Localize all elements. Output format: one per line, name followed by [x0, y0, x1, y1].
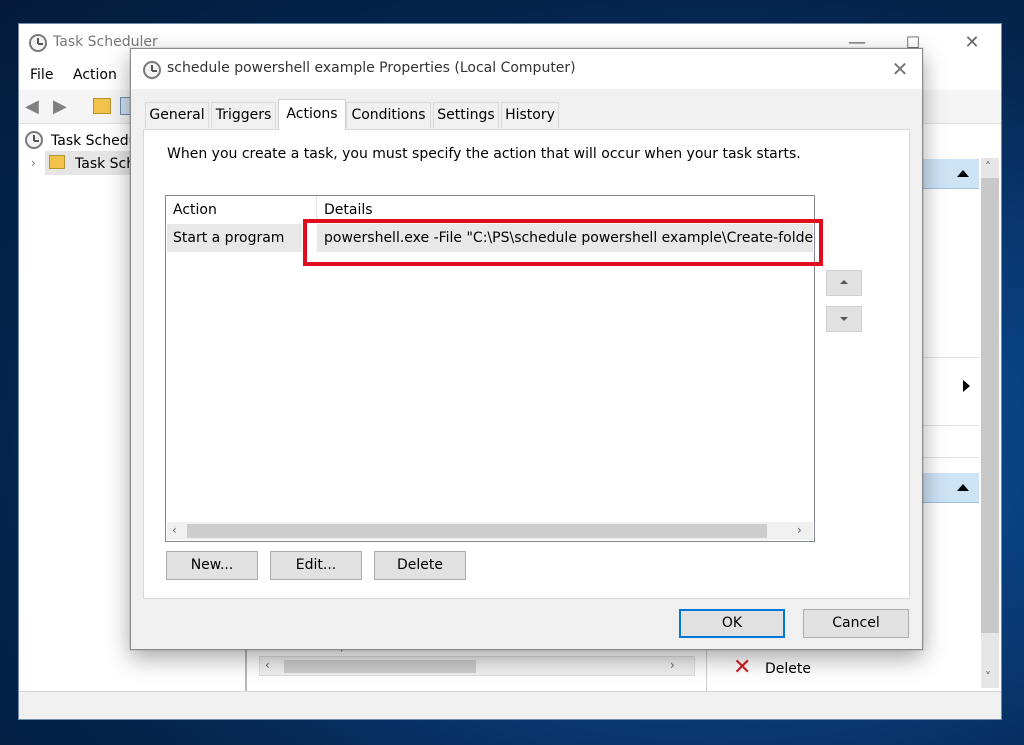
actions-pane-scrollbar[interactable]: ˄ ˅ [981, 158, 999, 688]
new-button[interactable]: New... [166, 551, 258, 580]
move-down-button[interactable] [826, 306, 862, 332]
up-arrow-icon [840, 280, 848, 284]
tab-settings[interactable]: Settings [433, 102, 499, 128]
folder-up-icon[interactable] [93, 98, 111, 114]
collapse-icon[interactable] [957, 484, 969, 491]
list-horizontal-scrollbar[interactable]: ‹ › [167, 522, 813, 540]
row-action-cell[interactable]: Start a program [167, 224, 302, 252]
close-icon[interactable]: ✕ [952, 30, 992, 56]
highlight-annotation-box [303, 219, 823, 266]
center-horizontal-scrollbar[interactable]: ‹ › [259, 656, 695, 676]
scroll-left-icon[interactable]: ‹ [172, 523, 177, 537]
submenu-arrow-icon[interactable] [963, 380, 970, 392]
folder-icon [49, 155, 65, 169]
scroll-down-icon[interactable]: ˅ [985, 670, 991, 684]
delete-icon: ✕ [733, 655, 752, 680]
expand-chevron-icon[interactable]: › [31, 156, 36, 170]
tab-triggers[interactable]: Triggers [211, 102, 276, 128]
scroll-thumb[interactable] [284, 660, 476, 673]
tab-actions[interactable]: Actions [278, 99, 346, 130]
clock-icon [143, 61, 161, 79]
clock-icon [29, 34, 47, 52]
scroll-thumb[interactable] [187, 524, 767, 538]
collapse-icon[interactable] [957, 170, 969, 177]
status-bar [19, 691, 1001, 719]
properties-dialog: schedule powershell example Properties (… [130, 48, 923, 650]
tree-item-task-scheduler[interactable]: Task Schedul [51, 133, 141, 149]
column-header-action[interactable]: Action [173, 196, 217, 224]
edit-button[interactable]: Edit... [270, 551, 362, 580]
close-icon[interactable]: ✕ [887, 56, 913, 82]
scroll-right-icon[interactable]: › [670, 658, 675, 672]
instruction-text: When you create a task, you must specify… [167, 146, 801, 162]
scroll-up-icon[interactable]: ˄ [985, 160, 991, 174]
tab-history[interactable]: History [501, 102, 559, 128]
dialog-title: schedule powershell example Properties (… [167, 60, 576, 76]
delete-action[interactable]: Delete [765, 661, 811, 677]
actions-tab-panel: When you create a task, you must specify… [143, 129, 910, 599]
scroll-left-icon[interactable]: ‹ [265, 658, 270, 672]
menu-action[interactable]: Action [73, 67, 117, 83]
ok-button[interactable]: OK [679, 609, 785, 638]
tab-general[interactable]: General [145, 102, 209, 128]
move-up-button[interactable] [826, 270, 862, 296]
scroll-right-icon[interactable]: › [797, 523, 802, 537]
clock-icon [25, 131, 43, 149]
menu-file[interactable]: File [30, 67, 53, 83]
delete-button[interactable]: Delete [374, 551, 466, 580]
dialog-titlebar[interactable]: schedule powershell example Properties (… [131, 49, 922, 89]
forward-arrow-icon[interactable]: ▶ [53, 98, 73, 116]
scroll-thumb[interactable] [981, 178, 999, 633]
down-arrow-icon [840, 317, 848, 321]
back-arrow-icon[interactable]: ◀ [25, 98, 45, 116]
cancel-button[interactable]: Cancel [803, 609, 909, 638]
tab-conditions[interactable]: Conditions [346, 102, 431, 128]
